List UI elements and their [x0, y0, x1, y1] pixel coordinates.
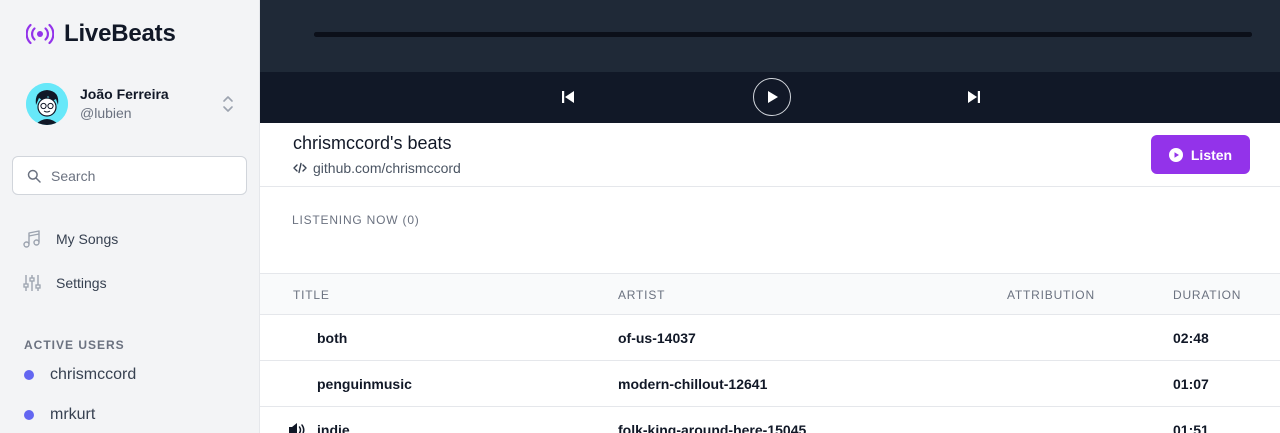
sidebar: LiveBeats João Ferreira @lubien Search M…	[0, 0, 260, 433]
player-controls	[260, 72, 1280, 123]
song-title: penguinmusic	[317, 376, 412, 392]
listening-now-label: LISTENING NOW (0)	[292, 213, 420, 227]
table-row[interactable]: penguinmusic modern-chillout-12641 01:07	[260, 361, 1280, 407]
skip-forward-icon	[968, 91, 980, 103]
progress-fill	[314, 32, 1252, 37]
app-name: LiveBeats	[64, 20, 176, 47]
search-icon	[27, 169, 41, 183]
song-duration: 02:48	[1173, 330, 1209, 346]
active-user-name: mrkurt	[50, 406, 96, 423]
active-user-item[interactable]: chrismccord	[24, 366, 136, 384]
sliders-icon	[23, 275, 41, 291]
search-box[interactable]	[12, 156, 247, 195]
online-dot	[24, 410, 34, 420]
page-title: chrismccord's beats	[293, 133, 452, 153]
song-artist: of-us-14037	[618, 330, 696, 346]
column-header-attribution: ATTRIBUTION	[1007, 288, 1095, 302]
table-row[interactable]: indie folk-king-around-here-15045 01:51	[260, 407, 1280, 433]
previous-button[interactable]	[560, 89, 576, 105]
broadcast-icon	[26, 23, 54, 45]
nav-my-songs[interactable]: My Songs	[22, 229, 118, 249]
listen-button-label: Listen	[1190, 146, 1233, 163]
next-button[interactable]	[966, 89, 982, 105]
active-user-item[interactable]: mrkurt	[24, 406, 95, 424]
play-button[interactable]	[753, 78, 791, 116]
song-title: indie	[317, 422, 350, 433]
player-bar	[260, 0, 1280, 72]
user-name: João Ferreira	[80, 86, 169, 102]
user-menu[interactable]: João Ferreira @lubien	[26, 82, 236, 126]
song-artist: folk-king-around-here-15045	[618, 422, 807, 433]
music-note-icon	[23, 230, 40, 248]
brand[interactable]: LiveBeats	[26, 20, 176, 48]
active-users-heading: ACTIVE USERS	[24, 338, 125, 352]
song-duration: 01:07	[1173, 376, 1209, 392]
progress-track[interactable]	[314, 32, 1252, 37]
chevron-up-down-icon[interactable]	[220, 92, 236, 116]
avatar	[26, 83, 68, 125]
active-user-name: chrismccord	[50, 366, 137, 383]
song-duration: 01:51	[1173, 422, 1209, 433]
skip-back-icon	[562, 91, 574, 103]
search-input[interactable]	[51, 167, 231, 184]
songs-table-header: TITLE ARTIST ATTRIBUTION DURATION	[260, 273, 1280, 315]
online-dot	[24, 370, 34, 380]
nav-my-songs-label: My Songs	[56, 231, 119, 247]
nav-settings-label: Settings	[56, 275, 107, 291]
column-header-duration: DURATION	[1173, 288, 1242, 302]
github-link-label: github.com/chrismccord	[313, 160, 461, 176]
column-header-title: TITLE	[293, 288, 330, 302]
code-icon	[293, 162, 307, 174]
song-artist: modern-chillout-12641	[618, 376, 768, 392]
listen-button[interactable]: Listen	[1151, 135, 1250, 174]
song-title: both	[317, 330, 348, 346]
profile-header: chrismccord's beats github.com/chrismcco…	[260, 123, 1280, 187]
play-icon	[768, 91, 778, 103]
column-header-artist: ARTIST	[618, 288, 666, 302]
nav-settings[interactable]: Settings	[22, 273, 107, 293]
table-row[interactable]: both of-us-14037 02:48	[260, 315, 1280, 361]
user-handle: @lubien	[80, 105, 132, 121]
speaker-icon	[289, 423, 305, 433]
play-circle-icon	[1168, 147, 1183, 162]
github-link[interactable]: github.com/chrismccord	[293, 160, 461, 176]
